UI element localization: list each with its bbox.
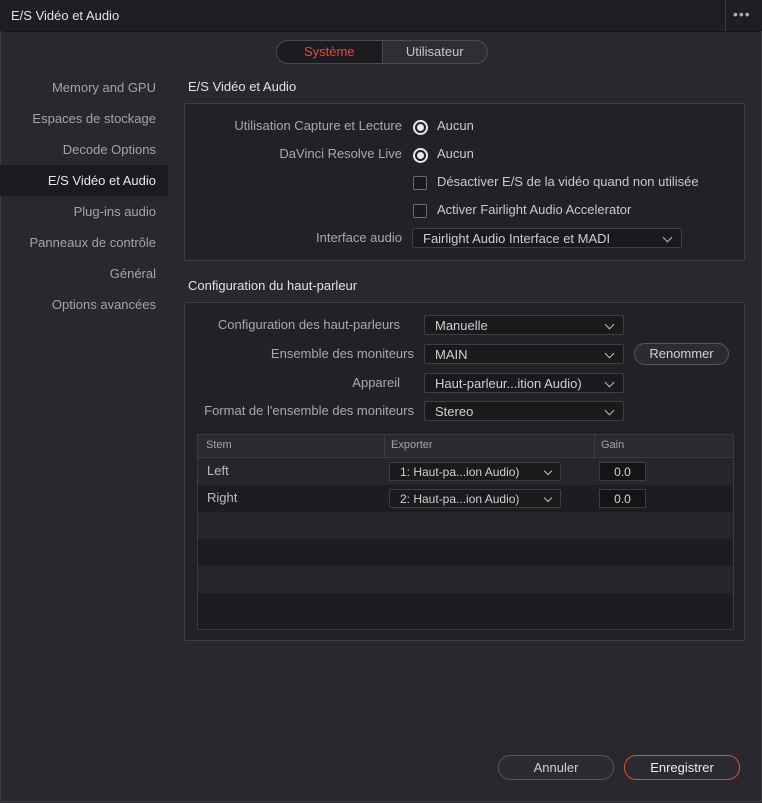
speaker-config-label: Configuration des haut-parleurs	[217, 317, 400, 332]
table-row-empty	[198, 539, 733, 566]
chevron-down-icon	[543, 493, 553, 503]
audio-interface-dropdown[interactable]: Fairlight Audio Interface et MADI	[412, 228, 682, 248]
interface-label: Interface audio	[315, 230, 402, 245]
table-row-empty	[198, 593, 733, 620]
format-value: Stereo	[435, 404, 474, 419]
format-dropdown[interactable]: Stereo	[424, 401, 624, 421]
sidebar: Memory and GPU Espaces de stockage Decod…	[0, 72, 168, 320]
speaker-section-title: Configuration du haut-parleur	[188, 278, 358, 293]
table-row: Right 2: Haut-pa...ion Audio) 0.0	[198, 485, 733, 512]
monitor-set-label: Ensemble des moniteurs	[270, 346, 414, 361]
table-row-empty	[198, 566, 733, 593]
sidebar-item-memory-gpu[interactable]: Memory and GPU	[0, 72, 168, 103]
chevron-down-icon	[604, 377, 615, 388]
sidebar-item-decode-options[interactable]: Decode Options	[0, 134, 168, 165]
column-divider[interactable]	[594, 435, 595, 457]
chevron-down-icon	[604, 405, 615, 416]
tab-systeme[interactable]: Système	[277, 41, 383, 63]
sidebar-item-storage[interactable]: Espaces de stockage	[0, 103, 168, 134]
chevron-down-icon	[604, 319, 615, 330]
save-button[interactable]: Enregistrer	[624, 755, 740, 780]
export-dropdown[interactable]: 1: Haut-pa...ion Audio)	[389, 462, 561, 481]
speaker-config-dropdown[interactable]: Manuelle	[424, 315, 624, 335]
export-value: 1: Haut-pa...ion Audio)	[400, 465, 520, 479]
fairlight-accelerator-label: Activer Fairlight Audio Accelerator	[437, 202, 632, 217]
live-value: Aucun	[437, 146, 474, 161]
table-row: Left 1: Haut-pa...ion Audio) 0.0	[198, 458, 733, 485]
io-section-title: E/S Vidéo et Audio	[188, 79, 297, 94]
cancel-button[interactable]: Annuler	[498, 755, 614, 780]
speaker-config-value: Manuelle	[435, 318, 488, 333]
sidebar-item-general[interactable]: Général	[0, 258, 168, 289]
disable-io-checkbox[interactable]	[413, 176, 427, 190]
chevron-down-icon	[543, 466, 553, 476]
tab-utilisateur[interactable]: Utilisateur	[383, 41, 488, 63]
device-label: Appareil	[352, 375, 400, 390]
capture-radio[interactable]	[413, 120, 428, 135]
title-bar: E/S Vidéo et Audio •••	[0, 0, 762, 32]
column-header-export: Exporter	[391, 439, 433, 451]
chevron-down-icon	[604, 348, 615, 359]
column-header-gain: Gain	[601, 439, 625, 451]
live-label: DaVinci Resolve Live	[279, 146, 402, 161]
gain-input[interactable]: 0.0	[599, 462, 646, 481]
more-horizontal-icon[interactable]: •••	[733, 6, 751, 22]
table-row-empty	[198, 512, 733, 539]
sidebar-item-control-panels[interactable]: Panneaux de contrôle	[0, 227, 168, 258]
monitor-set-value: MAIN	[435, 347, 468, 362]
device-value: Haut-parleur...ition Audio)	[435, 376, 582, 391]
sidebar-item-audio-plugins[interactable]: Plug-ins audio	[0, 196, 168, 227]
device-dropdown[interactable]: Haut-parleur...ition Audio)	[424, 373, 624, 393]
rename-button[interactable]: Renommer	[634, 343, 729, 365]
capture-label: Utilisation Capture et Lecture	[234, 118, 402, 133]
column-header-stem: Stem	[206, 439, 232, 451]
routing-table: Stem Exporter Gain Left 1: Haut-pa...ion…	[197, 434, 734, 630]
disable-io-label: Désactiver E/S de la vidéo quand non uti…	[437, 174, 699, 189]
capture-value: Aucun	[437, 118, 474, 133]
export-dropdown[interactable]: 2: Haut-pa...ion Audio)	[389, 489, 561, 508]
window-title: E/S Vidéo et Audio	[11, 8, 120, 23]
chevron-down-icon	[662, 232, 673, 243]
audio-interface-value: Fairlight Audio Interface et MADI	[423, 231, 611, 246]
table-header: Stem Exporter Gain	[198, 435, 733, 458]
stem-cell: Right	[207, 490, 238, 505]
sidebar-item-advanced[interactable]: Options avancées	[0, 289, 168, 320]
monitor-set-dropdown[interactable]: MAIN	[424, 344, 624, 364]
sidebar-item-video-audio-io[interactable]: E/S Vidéo et Audio	[0, 165, 168, 196]
stem-cell: Left	[207, 463, 229, 478]
export-value: 2: Haut-pa...ion Audio)	[400, 492, 520, 506]
live-radio[interactable]	[413, 148, 428, 163]
gain-input[interactable]: 0.0	[599, 489, 646, 508]
column-divider[interactable]	[384, 435, 385, 457]
scope-toggle: Système Utilisateur	[276, 40, 488, 64]
format-label: Format de l'ensemble des moniteurs	[204, 403, 414, 418]
title-separator	[725, 0, 726, 31]
fairlight-accelerator-checkbox[interactable]	[413, 204, 427, 218]
